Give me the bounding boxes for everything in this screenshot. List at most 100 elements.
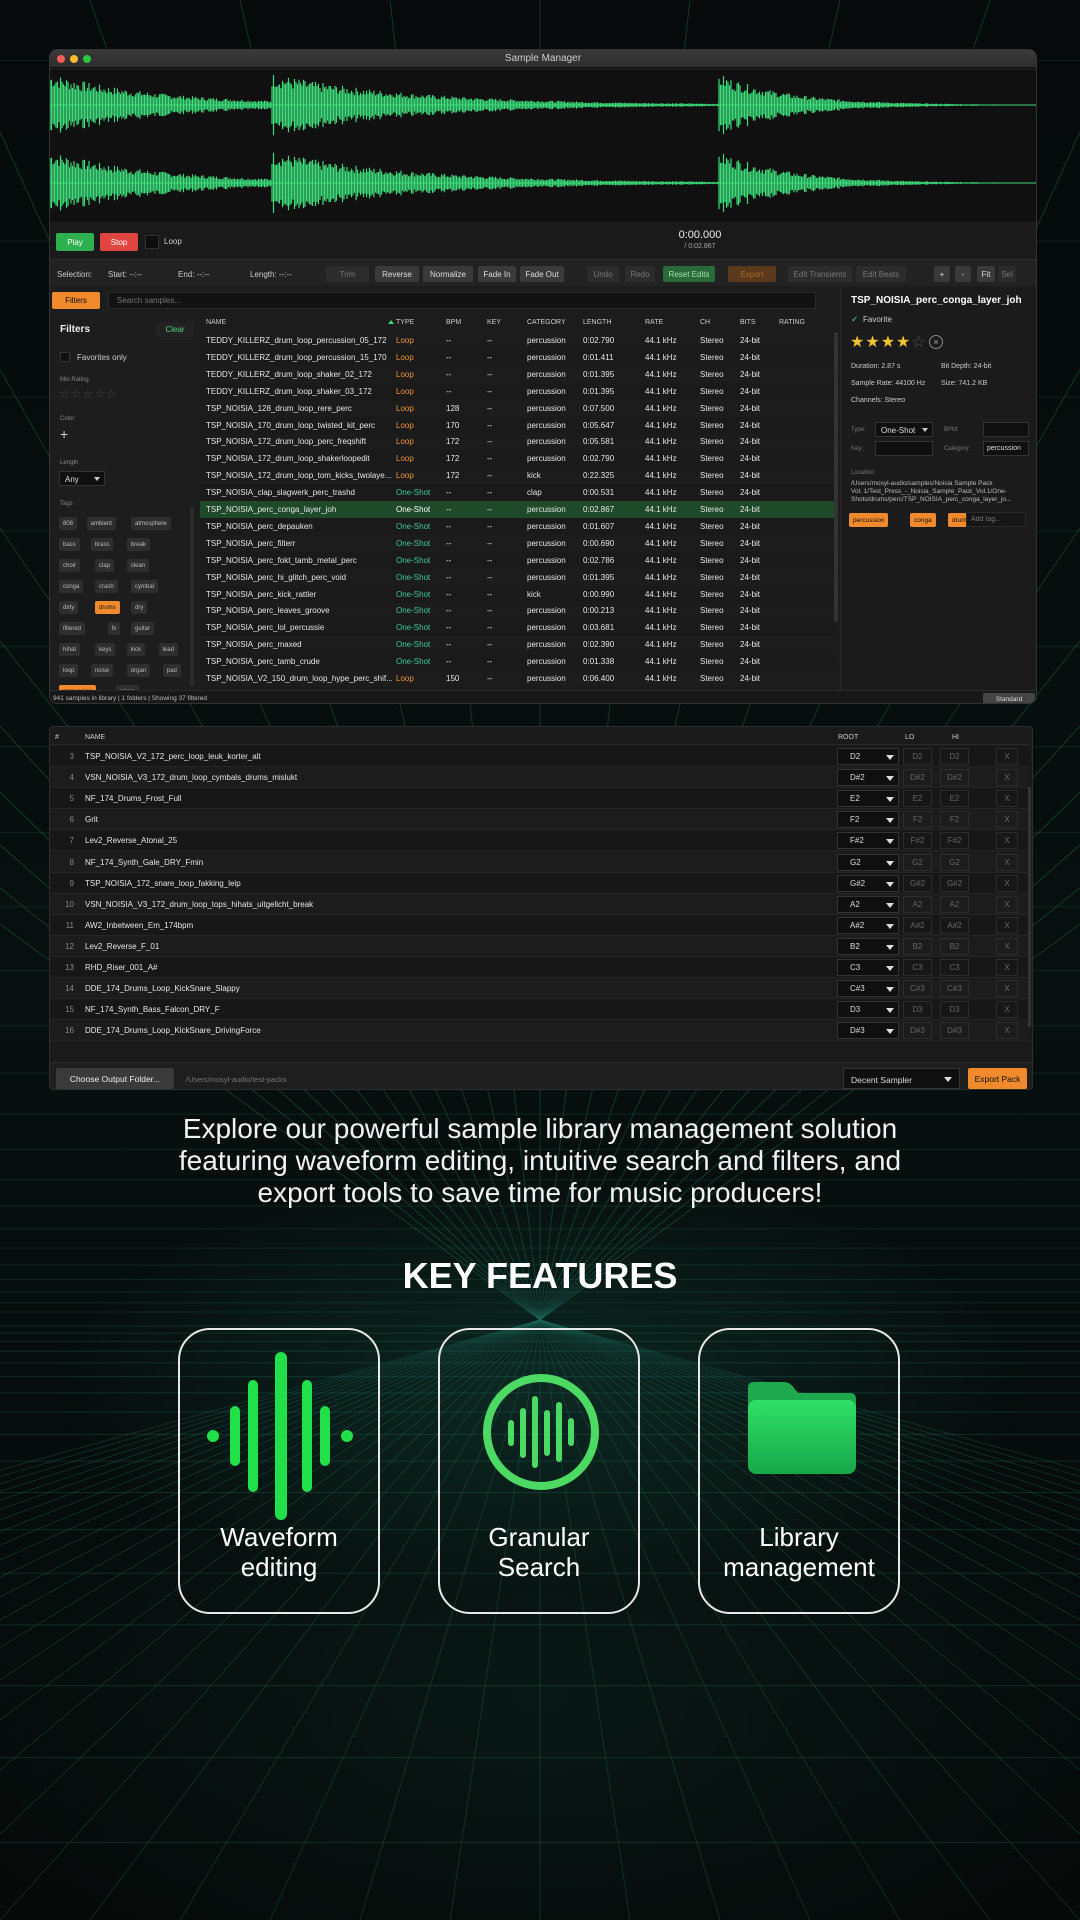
type-select[interactable]: One-Shot xyxy=(875,422,933,437)
fit-button[interactable]: Fit xyxy=(977,266,995,282)
remove-row-button[interactable]: X xyxy=(996,832,1018,850)
remove-row-button[interactable]: X xyxy=(996,1022,1018,1040)
export-row[interactable]: 8 NF_174_Synth_Gale_DRY_Fmin G2 G2 G2 X xyxy=(50,851,1030,873)
tag-chip[interactable]: pad xyxy=(162,664,181,677)
lo-note-field[interactable]: D3 xyxy=(903,1001,932,1019)
column-header-category[interactable]: CATEGORY xyxy=(527,319,566,326)
redo-button[interactable]: Redo xyxy=(625,266,655,282)
sort-ascending-icon[interactable] xyxy=(388,320,394,324)
choose-output-folder-button[interactable]: Choose Output Folder... xyxy=(56,1068,174,1089)
export-row[interactable]: 13 RHD_Riser_001_A# C3 C3 C3 X xyxy=(50,957,1030,978)
table-row[interactable]: TSP_NOISIA_172_drum_loop_shakerloopedit L… xyxy=(200,450,835,468)
play-button[interactable]: Play xyxy=(56,233,94,251)
root-note-select[interactable]: B2 xyxy=(837,937,899,955)
column-header-type[interactable]: TYPE xyxy=(396,319,414,326)
min-rating-stars[interactable]: ☆☆☆☆☆ xyxy=(59,387,118,401)
table-row[interactable]: TEDDY_KILLERZ_drum_loop_percussion_15_17… xyxy=(200,348,835,366)
table-row[interactable]: TEDDY_KILLERZ_drum_loop_shaker_03_172 Loo… xyxy=(200,382,835,400)
detail-tag-chip[interactable]: percussion xyxy=(849,513,889,527)
tag-chip[interactable]: filtered xyxy=(59,622,86,635)
hi-note-field[interactable]: D#3 xyxy=(940,1022,969,1040)
remove-row-button[interactable]: X xyxy=(996,916,1018,934)
hi-note-field[interactable]: D3 xyxy=(940,1001,969,1019)
hi-note-field[interactable]: D#2 xyxy=(940,769,969,787)
export-row[interactable]: 15 NF_174_Synth_Bass_Falcon_DRY_F D3 D3 D3 X xyxy=(50,999,1030,1021)
tag-chip[interactable]: hihat xyxy=(59,643,81,656)
edit-beats-button[interactable]: Edit Beats xyxy=(856,266,906,282)
remove-row-button[interactable]: X xyxy=(996,769,1018,787)
fade-out-button[interactable]: Fade Out xyxy=(520,266,564,282)
table-row[interactable]: TSP_NOISIA_172_drum_loop_tom_kicks_twola… xyxy=(200,467,835,484)
remove-row-button[interactable]: X xyxy=(996,895,1018,913)
remove-row-button[interactable]: X xyxy=(996,959,1018,976)
table-row[interactable]: TSP_NOISIA_perc_conga_layer_joh One-Shot -… xyxy=(200,501,835,518)
remove-row-button[interactable]: X xyxy=(996,937,1018,955)
lo-note-field[interactable]: F#2 xyxy=(903,832,932,850)
table-row[interactable]: TSP_NOISIA_perc_depauken One-Shot -- -- perc… xyxy=(200,517,835,535)
root-note-select[interactable]: D#3 xyxy=(837,1022,899,1040)
table-row[interactable]: TSP_NOISIA_perc_fokt_tamb_metal_perc One-… xyxy=(200,551,835,569)
table-row[interactable]: TSP_NOISIA_perc_hi_glitch_perc_void One-S… xyxy=(200,569,835,586)
tag-chip[interactable]: conga xyxy=(59,580,84,593)
tag-chip[interactable]: kick xyxy=(126,643,146,656)
reverse-button[interactable]: Reverse xyxy=(375,266,419,282)
export-button[interactable]: Export xyxy=(728,266,776,282)
waveform-display[interactable] xyxy=(50,70,1037,222)
table-row[interactable]: TSP_NOISIA_128_drum_loop_rere_perc Loop 12… xyxy=(200,400,835,417)
hi-note-field[interactable]: A2 xyxy=(940,895,969,913)
root-note-select[interactable]: F#2 xyxy=(837,832,899,850)
hi-note-field[interactable]: F#2 xyxy=(940,832,969,850)
lo-note-field[interactable]: G#2 xyxy=(903,874,932,892)
column-header-length[interactable]: LENGTH xyxy=(583,319,611,326)
remove-row-button[interactable]: X xyxy=(996,980,1018,998)
export-row[interactable]: 7 Lev2_Reverse_Atonal_25 F#2 F#2 F#2 X xyxy=(50,830,1030,852)
table-row[interactable]: TSP_NOISIA_perc_leaves_groove One-Shot -- -… xyxy=(200,602,835,619)
lo-note-field[interactable]: D#2 xyxy=(903,769,932,787)
root-note-select[interactable]: D#2 xyxy=(837,769,899,787)
hi-note-field[interactable]: C3 xyxy=(940,959,969,976)
remove-row-button[interactable]: X xyxy=(996,853,1018,871)
export-row[interactable]: 9 TSP_NOISIA_172_snare_loop_fakking_leip G… xyxy=(50,872,1030,894)
root-note-select[interactable]: F2 xyxy=(837,811,899,829)
detail-rating-stars[interactable]: ★★★★☆ xyxy=(850,332,927,352)
tag-chip[interactable]: choir xyxy=(59,559,81,572)
tag-chip[interactable]: fx xyxy=(107,622,121,635)
root-note-select[interactable]: C#3 xyxy=(837,980,899,998)
loop-checkbox[interactable] xyxy=(145,235,159,249)
table-row[interactable]: TEDDY_KILLERZ_drum_loop_percussion_05_17… xyxy=(200,332,835,349)
remove-row-button[interactable]: X xyxy=(996,748,1018,765)
filters-button[interactable]: Filters xyxy=(52,292,100,309)
remove-row-button[interactable]: X xyxy=(996,874,1018,892)
clear-rating-icon[interactable]: × xyxy=(929,335,943,349)
normalize-button[interactable]: Normalize xyxy=(423,266,473,282)
lo-note-field[interactable]: D#3 xyxy=(903,1022,932,1040)
tag-chip[interactable]: ambient xyxy=(86,517,116,530)
hi-note-field[interactable]: E2 xyxy=(940,790,969,808)
lo-note-field[interactable]: D2 xyxy=(903,748,932,765)
root-note-select[interactable]: A2 xyxy=(837,895,899,913)
export-row[interactable]: 14 DDE_174_Drums_Loop_KickSnare_Slappy C#3… xyxy=(50,978,1030,1000)
tag-chip[interactable]: dry xyxy=(131,601,148,614)
hi-note-field[interactable]: G2 xyxy=(940,853,969,871)
lo-note-field[interactable]: A2 xyxy=(903,895,932,913)
column-header-rate[interactable]: RATE xyxy=(645,319,663,326)
tag-chip[interactable]: guitar xyxy=(131,622,155,635)
root-note-select[interactable]: C3 xyxy=(837,959,899,976)
export-row[interactable]: 5 NF_174_Drums_Frost_Full E2 E2 E2 X xyxy=(50,788,1030,810)
tag-chip[interactable]: keys xyxy=(95,643,116,656)
hi-note-field[interactable]: D2 xyxy=(940,748,969,765)
remove-row-button[interactable]: X xyxy=(996,790,1018,808)
hi-note-field[interactable]: A#2 xyxy=(940,916,969,934)
stop-button[interactable]: Stop xyxy=(100,233,138,251)
export-row[interactable]: 12 Lev2_Reverse_F_01 B2 B2 B2 X xyxy=(50,935,1030,957)
table-row[interactable]: TSP_NOISIA_perc_maxed One-Shot -- -- percuss… xyxy=(200,636,835,653)
table-row[interactable]: TSP_NOISIA_clap_slagwerk_perc_trashd One-… xyxy=(200,484,835,502)
tag-chip[interactable]: atmosphere xyxy=(131,517,171,530)
table-row[interactable]: TSP_NOISIA_V2_150_drum_loop_hype_perc_sh… xyxy=(200,670,835,687)
filters-scrollbar[interactable] xyxy=(190,507,194,687)
table-row[interactable]: TSP_NOISIA_172_drum_loop_perc_freqshift L… xyxy=(200,433,835,450)
bpm-input[interactable] xyxy=(983,422,1029,437)
export-row[interactable]: 10 VSN_NOISIA_V3_172_drum_loop_tops_hihat… xyxy=(50,893,1030,915)
column-header-bits[interactable]: BITS xyxy=(740,319,756,326)
export-row[interactable]: 11 AW2_Inbetween_Em_174bpm A#2 A#2 A#2 X xyxy=(50,914,1030,936)
